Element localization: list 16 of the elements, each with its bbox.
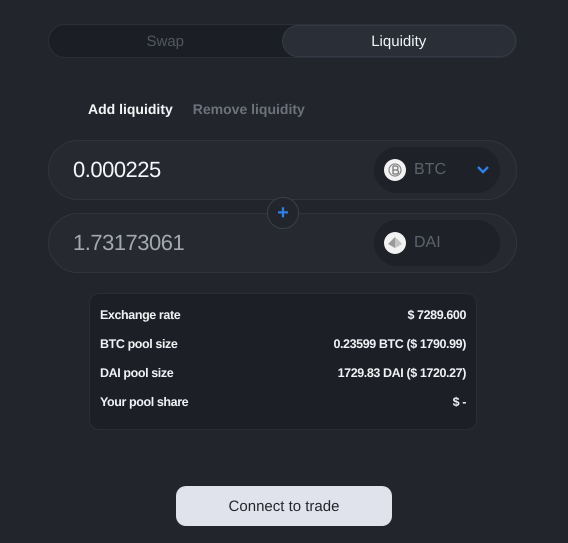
info-label: Exchange rate bbox=[100, 308, 180, 322]
amount-field[interactable]: 0.000225 BTC bbox=[48, 140, 517, 200]
liquidity-tab[interactable]: Add liquidity bbox=[88, 98, 173, 120]
info-value: 0.23599 BTC ($ 1790.99) bbox=[333, 336, 466, 350]
chevron-down-icon bbox=[476, 165, 490, 175]
mode-tab[interactable]: Liquidity bbox=[282, 25, 516, 57]
info-label: BTC pool size bbox=[100, 336, 178, 350]
info-value: 1729.83 DAI ($ 1720.27) bbox=[338, 366, 466, 380]
info-label: Your pool share bbox=[100, 394, 188, 408]
diamond-coin-icon bbox=[384, 232, 406, 254]
info-value: $ 7289.600 bbox=[407, 308, 466, 322]
info-value: $ - bbox=[452, 394, 466, 408]
liquidity-tab[interactable]: Remove liquidity bbox=[192, 98, 305, 120]
bitcoin-coin-icon bbox=[384, 159, 406, 181]
connect-button[interactable]: Connect to trade bbox=[176, 486, 392, 526]
info-label: DAI pool size bbox=[100, 366, 174, 380]
